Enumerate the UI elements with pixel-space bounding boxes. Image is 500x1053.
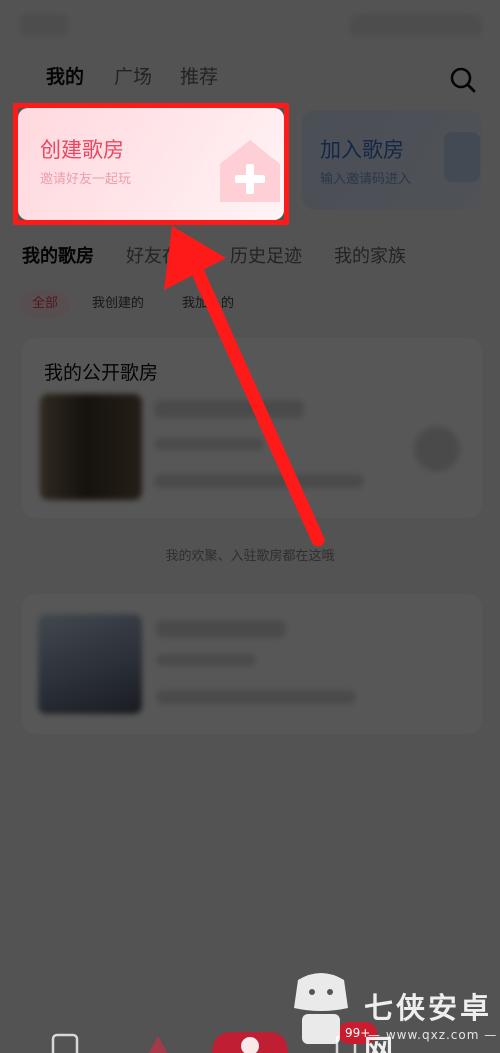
filter-created[interactable]: 我创建的 [80, 290, 156, 318]
tab-friends-playing[interactable]: 好友在玩 [126, 242, 198, 268]
sing-button[interactable] [212, 1024, 288, 1053]
public-rooms-title: 我的公开歌房 [44, 362, 159, 384]
tab-my-rooms[interactable]: 我的歌房 [22, 242, 94, 268]
door-icon [444, 132, 480, 182]
discover-icon[interactable] [144, 1032, 172, 1053]
android-logo [294, 973, 348, 1044]
join-room-card[interactable]: 加入歌房 输入邀请码进入 [302, 110, 482, 210]
status-bar-left [20, 14, 68, 36]
tab-recommend[interactable]: 推荐 [180, 62, 218, 89]
hint-text: 我的欢聚、入驻歌房都在这哦 [165, 549, 335, 564]
filter-joined[interactable]: 我加入的 [170, 290, 246, 318]
room-meta [154, 474, 364, 488]
room-name [154, 400, 304, 418]
search-icon[interactable] [449, 66, 477, 94]
home-icon[interactable] [50, 1032, 80, 1053]
join-room-title: 加入歌房 [320, 138, 404, 162]
room-thumbnail[interactable] [40, 394, 142, 500]
watermark-url: — www.qxz.com — [368, 1028, 498, 1042]
status-bar-right [350, 14, 482, 36]
tab-mine[interactable]: 我的 [46, 62, 84, 89]
room-name [156, 620, 286, 638]
watermark-brand: 七侠安卓网 [364, 991, 493, 1053]
filter-all[interactable]: 全部 [20, 290, 71, 318]
room-list-item[interactable] [22, 594, 482, 734]
tab-my-family[interactable]: 我的家族 [334, 242, 406, 268]
room-info [156, 654, 256, 666]
tab-history[interactable]: 历史足迹 [230, 242, 302, 268]
room-action-icon[interactable] [414, 426, 460, 472]
highlight-box [13, 103, 289, 225]
tab-square[interactable]: 广场 [114, 62, 152, 89]
join-room-subtitle: 输入邀请码进入 [320, 172, 412, 187]
room-meta [156, 690, 356, 704]
room-info [154, 438, 264, 450]
public-rooms-panel: 我的公开歌房 [22, 338, 482, 518]
room-thumbnail [38, 614, 142, 714]
